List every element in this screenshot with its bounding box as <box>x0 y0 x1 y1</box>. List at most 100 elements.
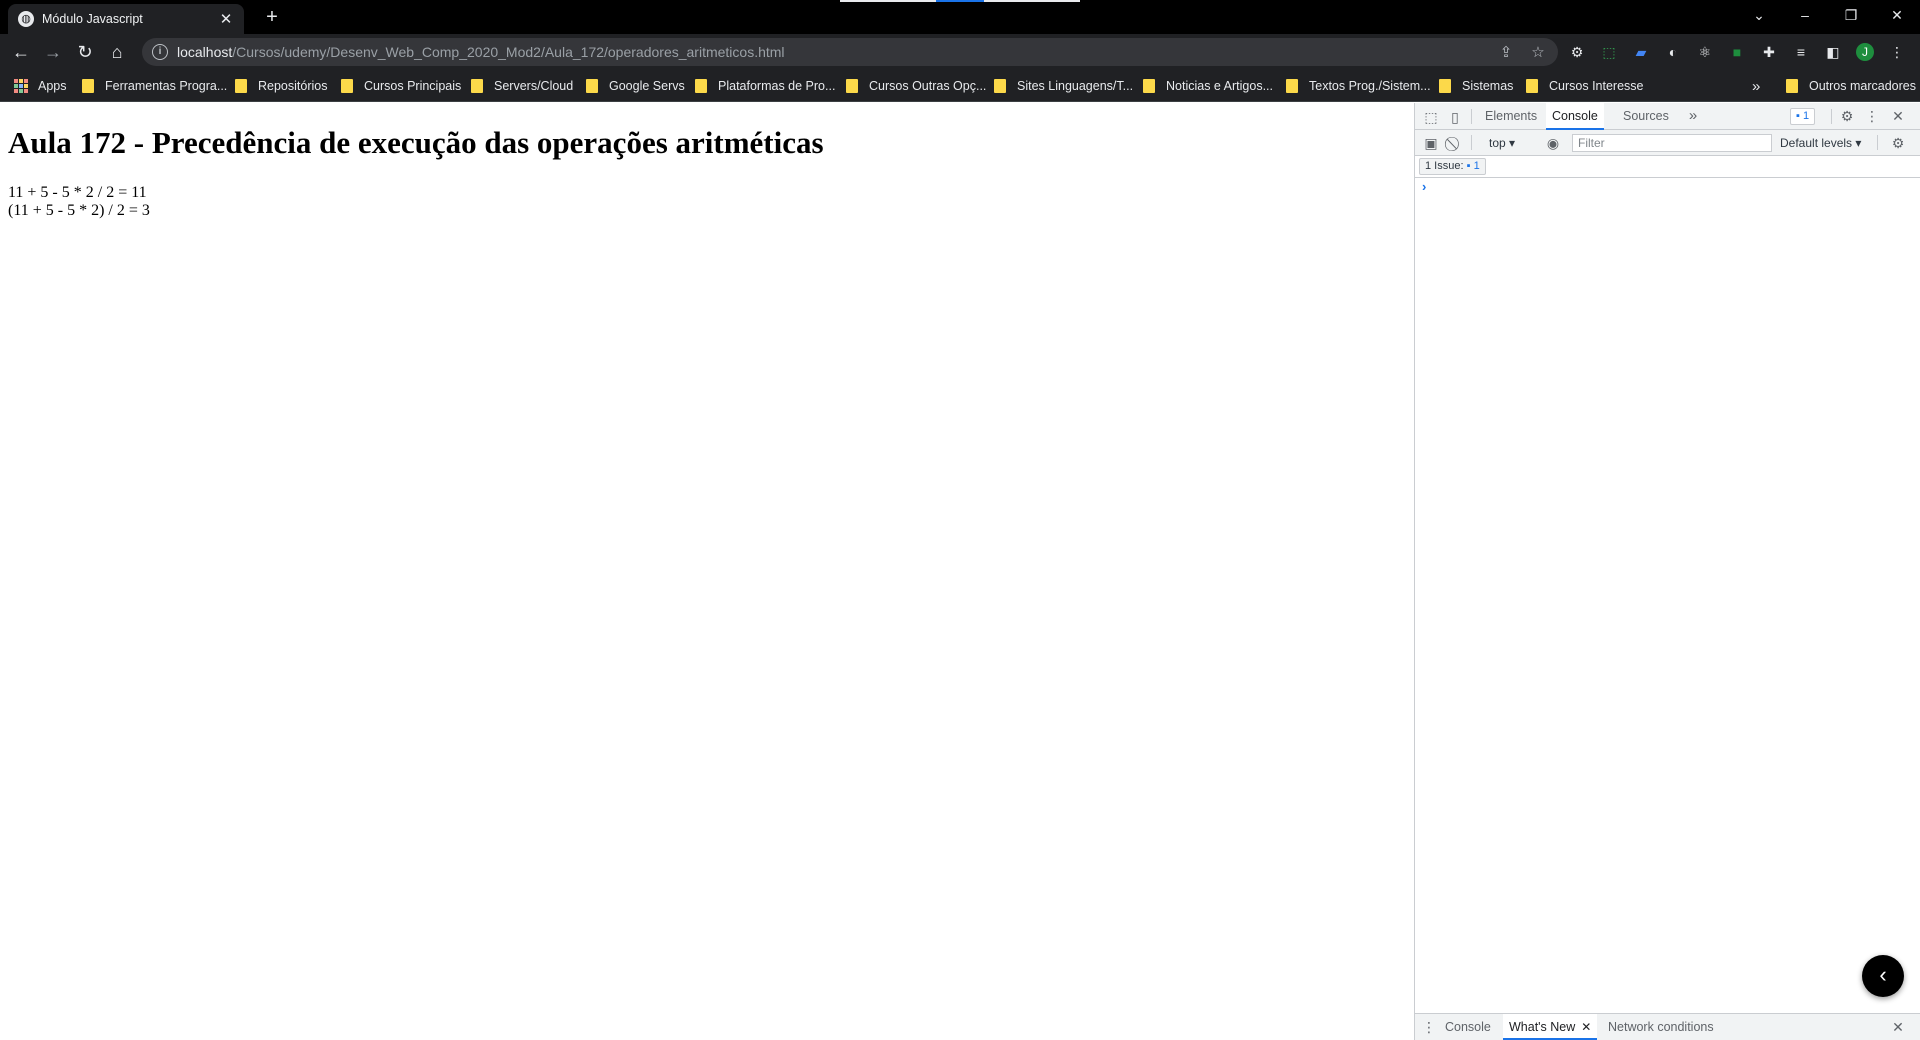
bookmarks-overflow-button[interactable]: » <box>1752 77 1760 95</box>
live-expression-eye-icon[interactable]: ◉ <box>1543 133 1563 153</box>
folder-icon <box>586 79 598 93</box>
folder-icon <box>471 79 483 93</box>
forward-button[interactable]: → <box>41 40 65 64</box>
media-queue-icon[interactable]: ≡ <box>1792 43 1810 61</box>
output-line: 11 + 5 - 5 * 2 / 2 = 11 <box>8 184 147 201</box>
folder-icon <box>695 79 707 93</box>
dark-mode-extension-icon[interactable]: ◐ <box>1664 43 1682 61</box>
bookmark-folder[interactable]: Sites Linguagens/T... <box>994 77 1133 95</box>
reload-button[interactable]: ↻ <box>73 40 97 64</box>
bookmark-label: Google Servs <box>609 79 685 93</box>
bookmark-folder[interactable]: Ferramentas Progra... <box>82 77 227 95</box>
context-select[interactable]: top ▾ <box>1485 134 1519 152</box>
bookmark-other-folder[interactable]: Outros marcadores <box>1786 77 1916 95</box>
settings-gear-icon[interactable]: ⚙ <box>1837 106 1857 126</box>
bookmark-label: Cursos Interesse <box>1549 79 1644 93</box>
devtools-menu-icon[interactable]: ⋮ <box>1862 106 1882 126</box>
separator <box>1831 109 1832 124</box>
tab-close-icon[interactable]: ✕ <box>218 10 234 28</box>
apps-grid-icon <box>14 79 28 93</box>
console-settings-gear-icon[interactable]: ⚙ <box>1888 133 1908 153</box>
bookmark-label: Sistemas <box>1462 79 1514 93</box>
green-square-extension-icon[interactable]: ■ <box>1728 43 1746 61</box>
bookmark-folder[interactable]: Noticias e Artigos... <box>1143 77 1273 95</box>
drawer-tab-console[interactable]: Console <box>1439 1014 1497 1040</box>
window-drag-indicator <box>840 0 936 2</box>
tab-elements[interactable]: Elements <box>1479 103 1543 130</box>
share-icon[interactable]: ⇪ <box>1497 44 1515 62</box>
bookmark-folder[interactable]: Sistemas <box>1439 77 1513 95</box>
more-tabs-icon[interactable]: » <box>1683 106 1703 126</box>
bookmarks-bar: Apps Ferramentas Progra... Repositórios … <box>0 70 1920 102</box>
folder-icon <box>1786 79 1798 93</box>
drawer-menu-icon[interactable]: ⋮ <box>1419 1017 1439 1037</box>
bookmark-folder[interactable]: Cursos Outras Opç... <box>846 77 986 95</box>
bookmark-label: Plataformas de Pro... <box>718 79 836 93</box>
console-input[interactable] <box>1435 179 1905 197</box>
bookmark-label: Sites Linguagens/T... <box>1017 79 1134 93</box>
bookmark-star-icon[interactable]: ☆ <box>1529 44 1547 62</box>
separator <box>1877 135 1878 150</box>
close-devtools-icon[interactable]: ✕ <box>1888 106 1908 126</box>
separator <box>1471 109 1472 124</box>
folder-icon <box>1286 79 1298 93</box>
bookmark-label: Apps <box>38 79 67 93</box>
tab-sources[interactable]: Sources <box>1617 103 1675 130</box>
sidebar-toggle-icon[interactable]: ▣ <box>1421 133 1441 153</box>
tab-search-button[interactable]: ⌄ <box>1736 0 1782 30</box>
globe-icon: ◍ <box>18 11 34 27</box>
react-extension-icon[interactable]: ⚛ <box>1696 43 1714 61</box>
bookmark-folder[interactable]: Cursos Interesse <box>1526 77 1643 95</box>
bookmark-apps[interactable]: Apps <box>14 77 67 95</box>
browser-tab[interactable]: ◍ Módulo Javascript ✕ <box>8 4 244 34</box>
bookmark-folder[interactable]: Repositórios <box>235 77 327 95</box>
console-prompt[interactable]: › <box>1415 179 1920 197</box>
chrome-menu-icon[interactable]: ⋮ <box>1888 43 1906 61</box>
device-toolbar-icon[interactable]: ▯ <box>1445 107 1465 127</box>
home-button[interactable]: ⌂ <box>105 40 129 64</box>
page-viewport: Aula 172 - Precedência de execução das o… <box>0 103 1414 1040</box>
close-drawer-icon[interactable]: ✕ <box>1888 1017 1908 1037</box>
close-tab-icon[interactable]: ✕ <box>1581 1020 1591 1034</box>
bookmark-label: Cursos Outras Opç... <box>869 79 987 93</box>
minimize-button[interactable]: – <box>1782 0 1828 30</box>
folder-icon <box>994 79 1006 93</box>
drawer-tab-whats-new[interactable]: What's New ✕ <box>1503 1014 1598 1040</box>
back-button[interactable]: ← <box>9 40 33 64</box>
profile-avatar[interactable]: J <box>1856 43 1874 61</box>
bookmark-folder[interactable]: Google Servs <box>586 77 685 95</box>
bookmark-folder[interactable]: Textos Prog./Sistem... <box>1286 77 1431 95</box>
url-host: localhost <box>177 44 233 60</box>
filter-input[interactable] <box>1572 134 1772 152</box>
folder-icon <box>1143 79 1155 93</box>
puzzle-icon[interactable]: ✚ <box>1760 43 1778 61</box>
context-value: top <box>1489 136 1506 150</box>
issues-badge[interactable]: ▪ 1 <box>1790 108 1816 125</box>
address-bar[interactable]: i localhost/Cursos/udemy/Desenv_Web_Comp… <box>142 38 1558 66</box>
issues-button[interactable]: 1 Issue: ▪ 1 <box>1419 158 1486 175</box>
site-info-icon[interactable]: i <box>152 44 168 60</box>
log-levels-select[interactable]: Default levels ▾ <box>1780 134 1861 152</box>
gear-extension-icon[interactable]: ⚙ <box>1568 43 1586 61</box>
close-window-button[interactable]: ✕ <box>1874 0 1920 30</box>
output-line: (11 + 5 - 5 * 2) / 2 = 3 <box>8 202 150 219</box>
bookmark-folder[interactable]: Plataformas de Pro... <box>695 77 835 95</box>
clear-console-icon[interactable]: ⃠ <box>1445 133 1465 153</box>
issues-bar: 1 Issue: ▪ 1 <box>1415 156 1920 178</box>
folder-icon <box>846 79 858 93</box>
page-heading: Aula 172 - Precedência de execução das o… <box>8 125 824 160</box>
translate-extension-icon[interactable]: ▰ <box>1632 43 1650 61</box>
restore-button[interactable]: ❐ <box>1828 0 1874 30</box>
floating-back-button[interactable]: ‹ <box>1862 955 1904 997</box>
inspect-element-icon[interactable]: ⬚ <box>1421 107 1441 127</box>
console-toolbar: ▣ ⃠ top ▾ ◉ Default levels ▾ ⚙ <box>1415 130 1920 156</box>
drawer-tab-network-conditions[interactable]: Network conditions <box>1602 1014 1720 1040</box>
bookmark-label: Ferramentas Progra... <box>105 79 228 93</box>
tab-console[interactable]: Console <box>1546 103 1604 130</box>
screenshot-extension-icon[interactable]: ⬚ <box>1600 43 1618 61</box>
new-tab-button[interactable]: + <box>260 6 284 30</box>
side-panel-icon[interactable]: ◧ <box>1824 43 1842 61</box>
bookmark-folder[interactable]: Servers/Cloud <box>471 77 573 95</box>
bookmark-folder[interactable]: Cursos Principais <box>341 77 461 95</box>
bookmark-label: Outros marcadores <box>1809 79 1916 93</box>
